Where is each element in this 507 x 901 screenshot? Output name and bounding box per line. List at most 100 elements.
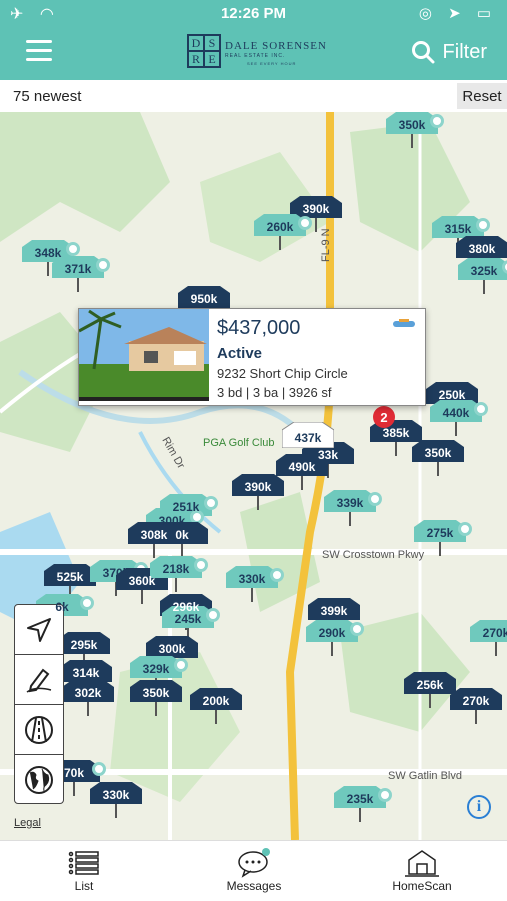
price-pin-label: 33k (317, 448, 339, 462)
price-pin-label: 350k (142, 686, 170, 700)
tab-homescan[interactable]: HomeScan (362, 847, 482, 893)
price-pin-stem (257, 496, 259, 510)
pin-dot (92, 762, 106, 776)
tab-homescan-label: HomeScan (392, 879, 452, 893)
price-pin-label: 348k (34, 246, 62, 260)
draw-button[interactable] (15, 655, 63, 705)
reset-button[interactable]: Reset (457, 83, 507, 109)
price-pin-stem (115, 804, 117, 818)
location-arrow-icon (27, 617, 51, 642)
pin-dot (458, 522, 472, 536)
price-pin-stem (475, 710, 477, 724)
price-pin[interactable]: 525k (44, 564, 96, 600)
price-pin-label: 350k (424, 446, 452, 460)
price-pin[interactable]: 200k (190, 688, 242, 724)
price-pin-stem (483, 280, 485, 294)
tab-messages[interactable]: Messages (194, 847, 314, 893)
price-pin[interactable]: 350k (412, 440, 464, 476)
battery-icons: ◎ ➤ ▭ (418, 5, 497, 22)
logo-letter: D (188, 35, 204, 51)
pencil-icon (26, 668, 52, 693)
price-pin-stem (175, 578, 177, 592)
pin-dot (298, 216, 312, 230)
price-pin[interactable]: 270k (470, 620, 507, 656)
pin-dot (378, 788, 392, 802)
price-pin[interactable]: 950k (178, 286, 230, 322)
pin-dot (270, 568, 284, 582)
price-pin-label: 380k (468, 242, 496, 256)
price-pin-label: 256k (416, 678, 444, 692)
road-label: FL-9 N (320, 228, 332, 262)
price-pin-label: 390k (302, 202, 330, 216)
price-pin-stem (349, 512, 351, 526)
price-pin-label: 950k (190, 292, 218, 306)
satellite-button[interactable] (15, 755, 63, 804)
cluster-badge[interactable]: 2 (373, 406, 395, 428)
legal-link[interactable]: Legal (14, 817, 41, 829)
tab-messages-label: Messages (226, 879, 282, 893)
mls-logo-icon (393, 319, 415, 327)
price-pin-stem (437, 462, 439, 476)
price-pin-label: 300k (158, 642, 186, 656)
price-pin-label: 360k (128, 574, 156, 588)
price-pin[interactable]: 380k (456, 236, 507, 272)
price-pin-stem (359, 808, 361, 822)
tab-list[interactable]: List (24, 847, 144, 893)
price-pin-label: 314k (72, 666, 100, 680)
price-pin-label: 0k (175, 528, 189, 542)
search-icon (411, 41, 435, 64)
price-pin-stem (155, 702, 157, 716)
pin-dot (96, 258, 110, 272)
list-icon (68, 851, 99, 875)
price-pin-stem (331, 642, 333, 656)
logo-letter: E (204, 51, 220, 67)
price-pin[interactable]: 295k (58, 632, 110, 668)
price-pin-label: 385k (382, 426, 410, 440)
pin-dot (368, 492, 382, 506)
price-pin-stem (395, 442, 397, 456)
road-view-button[interactable] (15, 705, 63, 755)
map-tools (14, 604, 64, 804)
pin-dot (430, 114, 444, 128)
tab-bar: List Messages HomeScan (0, 840, 507, 901)
price-pin-label: 270k (482, 626, 507, 640)
pin-dot (206, 608, 220, 622)
selected-pin[interactable]: 437k (282, 422, 334, 448)
price-pin-label: 440k (442, 406, 470, 420)
price-pin-label: 275k (426, 526, 454, 540)
price-pin[interactable]: 270k (450, 688, 502, 724)
price-pin-stem (439, 542, 441, 556)
price-pin-label: 260k (266, 220, 294, 234)
selected-pin-label: 437k (294, 431, 322, 445)
price-pin[interactable]: 390k (232, 474, 284, 510)
price-pin-stem (251, 588, 253, 602)
price-pin[interactable]: 330k (90, 782, 142, 818)
price-pin[interactable]: 350k (130, 680, 182, 716)
price-pin[interactable]: 302k (62, 680, 114, 716)
logo-sub: REAL ESTATE INC. (225, 53, 286, 59)
menu-icon[interactable] (26, 40, 52, 62)
price-pin-label: 350k (398, 118, 426, 132)
pin-dot (474, 402, 488, 416)
price-pin-label: 270k (462, 694, 490, 708)
price-pin-label: 330k (238, 572, 266, 586)
price-pin-label: 490k (288, 460, 316, 474)
price-pin-stem (279, 236, 281, 250)
price-pin[interactable]: 314k (60, 660, 112, 696)
price-pin[interactable]: 325k (458, 258, 507, 294)
price-pin-label: 525k (56, 570, 84, 584)
price-pin[interactable]: 399k (308, 598, 360, 634)
listing-popup[interactable]: $437,000 Active 9232 Short Chip Circle 3… (78, 308, 426, 406)
price-pin-stem (301, 476, 303, 490)
price-pin[interactable]: 256k (404, 672, 456, 708)
map-view[interactable]: FL-9 N SW Crosstown Pkwy SW Gatlin Blvd … (0, 112, 507, 840)
info-icon[interactable]: i (467, 795, 491, 819)
listing-address: 9232 Short Chip Circle (217, 366, 348, 381)
listing-status: Active (217, 345, 263, 362)
pin-dot (204, 496, 218, 510)
pin-dot (80, 596, 94, 610)
road-label: SW Gatlin Blvd (388, 770, 462, 782)
price-pin[interactable]: 300k (146, 636, 198, 672)
filter-button[interactable]: Filter (411, 40, 487, 64)
tab-list-label: List (74, 879, 94, 893)
